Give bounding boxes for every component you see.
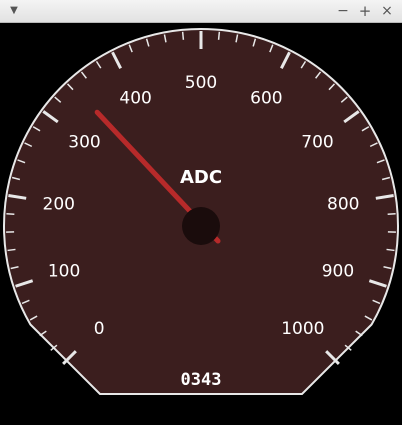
scale-label: 600 — [250, 89, 282, 109]
scale-label: 900 — [322, 261, 354, 281]
minor-tick — [181, 31, 185, 40]
minor-tick — [6, 213, 15, 216]
gauge-hub — [182, 207, 220, 245]
scale-label: 700 — [301, 132, 333, 152]
scale-label: 0 — [94, 319, 105, 339]
window-menu-button[interactable]: ▼ — [6, 0, 22, 23]
scale-label: 300 — [68, 132, 100, 152]
gauge-panel: 0 100 200 300 400 500 600 700 800 900 1000 ADC 034… — [0, 23, 402, 425]
scale-label: 800 — [327, 194, 359, 214]
minor-tick — [387, 213, 396, 216]
title-bar: ▼ − + × — [0, 0, 402, 23]
gauge-title: ADC — [180, 167, 222, 188]
scale-label: 400 — [119, 89, 151, 109]
app-window: ▼ − + × 0 100 200 300 400 500 600 700 800 900 1000… — [0, 0, 402, 425]
minor-tick — [386, 248, 395, 252]
close-button[interactable]: × — [380, 0, 394, 23]
maximize-button[interactable]: + — [358, 0, 372, 23]
scale-label: 100 — [48, 261, 80, 281]
minimize-button[interactable]: − — [336, 0, 350, 23]
adc-gauge: 0 100 200 300 400 500 600 700 800 900 1000 ADC 034… — [3, 28, 399, 395]
minor-tick — [7, 248, 16, 252]
digital-readout: 0343 — [181, 370, 222, 390]
scale-label: 1000 — [281, 319, 324, 339]
minor-tick — [217, 31, 221, 40]
scale-label: 500 — [185, 73, 217, 93]
scale-label: 200 — [43, 194, 75, 214]
